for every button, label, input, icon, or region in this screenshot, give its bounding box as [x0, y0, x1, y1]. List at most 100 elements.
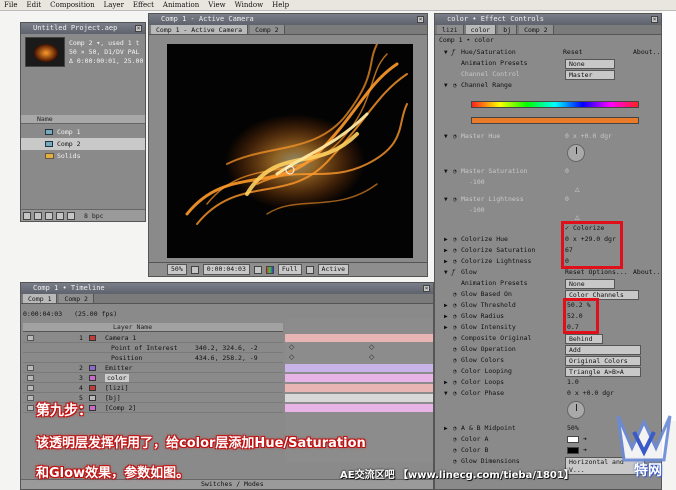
stopwatch-icon[interactable]: ◔ [453, 366, 457, 377]
eyedropper-icon[interactable]: ➜ [583, 434, 587, 445]
stopwatch-icon[interactable]: ◔ [453, 131, 457, 142]
master-lightness-slider[interactable]: △ [575, 214, 580, 221]
comp-canvas[interactable] [167, 44, 413, 258]
colorize-hue-row[interactable]: ▶ ◔ Colorize Hue 0 x +29.0 dgr [435, 234, 661, 245]
current-time[interactable]: 0:00:04:03 [202, 264, 250, 275]
fx-icon[interactable]: ƒ [452, 267, 454, 278]
prop-value[interactable]: 1.0 [567, 377, 579, 388]
composite-original-dropdown[interactable]: Behind [565, 334, 603, 344]
eye-icon[interactable] [27, 365, 34, 371]
effect-glow[interactable]: ▼ ƒ Glow Reset Options... About... [435, 267, 661, 278]
layer-bar[interactable] [285, 334, 433, 342]
twirl-down-icon[interactable]: ▼ [444, 166, 448, 177]
menu-edit[interactable]: Edit [26, 1, 41, 9]
menu-animation[interactable]: Animation [163, 1, 199, 9]
menu-window[interactable]: Window [235, 1, 264, 9]
twirl-down-icon[interactable]: ▼ [444, 131, 448, 142]
prop-value[interactable]: 50% [567, 423, 579, 434]
show-channel-icon[interactable] [265, 265, 274, 274]
glow-intensity-row[interactable]: ▶ ◔ Glow Intensity 0.7 [435, 322, 661, 333]
twirl-right-icon[interactable]: ▶ [444, 423, 448, 434]
layer-bar[interactable] [285, 364, 433, 372]
new-folder-icon[interactable] [34, 211, 42, 220]
viewer-titlebar[interactable]: Comp 1 - Active Camera × [149, 14, 427, 25]
stopwatch-icon[interactable]: ◔ [453, 355, 457, 366]
stopwatch-icon[interactable]: ◔ [453, 423, 457, 434]
stopwatch-icon[interactable]: ◔ [453, 333, 457, 344]
channel-range-spectrum[interactable] [471, 101, 639, 108]
property-row-point-of-interest[interactable]: Point of Interest 340.2, 324.6, -2 [23, 343, 283, 353]
animation-presets-dropdown[interactable]: None [565, 279, 615, 289]
property-value[interactable]: 340.2, 324.6, -2 [195, 343, 258, 353]
color-looping-row[interactable]: ◔ Color Looping Triangle A>B>A [435, 366, 661, 377]
layer-row-emitter[interactable]: 2 Emitter [23, 363, 283, 373]
tab-bj[interactable]: bj [498, 25, 518, 34]
tab-color[interactable]: color [465, 25, 497, 34]
interpret-footage-icon[interactable] [23, 211, 31, 220]
stopwatch-icon[interactable]: ◔ [453, 256, 457, 267]
project-item-comp-1[interactable]: Comp 1 [21, 126, 145, 138]
eye-icon[interactable] [27, 375, 34, 381]
color-phase-dial[interactable] [567, 401, 585, 419]
property-row-position[interactable]: Position 434.6, 258.2, -9 [23, 353, 283, 363]
stopwatch-icon[interactable]: ◔ [453, 80, 457, 91]
channel-control-dropdown[interactable]: Master [565, 70, 615, 80]
new-comp-icon[interactable] [45, 211, 53, 220]
trash-icon[interactable] [67, 211, 75, 220]
stopwatch-icon[interactable]: ◔ [453, 377, 457, 388]
eyedropper-icon[interactable]: ➜ [583, 445, 587, 456]
keyframe-icon[interactable]: ◇ [289, 353, 294, 361]
composite-original-row[interactable]: ◔ Composite Original Behind [435, 333, 661, 344]
glow-based-on-row[interactable]: ◔ Glow Based On Color Channels [435, 289, 661, 300]
timeline-titlebar[interactable]: Comp 1 • Timeline × [21, 283, 433, 294]
stopwatch-icon[interactable]: ◔ [453, 194, 457, 205]
color-b-swatch[interactable] [567, 447, 579, 454]
stopwatch-icon[interactable]: ◔ [453, 388, 457, 399]
tab-lizi[interactable]: lizi [437, 25, 464, 34]
eye-icon[interactable] [27, 405, 34, 411]
tab-comp-2[interactable]: Comp 2 [59, 294, 94, 303]
effect-hue-saturation[interactable]: ▼ ƒ Hue/Saturation Reset About... [435, 47, 661, 58]
region-of-interest-icon[interactable] [305, 265, 314, 274]
glow-operation-dropdown[interactable]: Add [565, 345, 641, 355]
keyframe-icon[interactable]: ◇ [369, 353, 374, 361]
glow-threshold-row[interactable]: ▶ ◔ Glow Threshold 50.2 % [435, 300, 661, 311]
menu-effect[interactable]: Effect [133, 1, 154, 9]
master-lightness-row[interactable]: ▼ ◔ Master Lightness 0 [435, 194, 661, 205]
prop-value[interactable]: 0 [565, 166, 569, 177]
menu-view[interactable]: View [208, 1, 225, 9]
fx-icon[interactable]: ƒ [452, 47, 454, 58]
effects-titlebar[interactable]: color • Effect Controls × [435, 14, 661, 25]
glow-colors-dropdown[interactable]: Original Colors [565, 356, 641, 366]
stopwatch-icon[interactable]: ◔ [453, 245, 457, 256]
master-saturation-slider[interactable]: △ [575, 186, 580, 193]
master-hue-dial[interactable] [567, 144, 585, 162]
view-dropdown[interactable]: Active [317, 264, 350, 275]
project-item-comp-2[interactable]: Comp 2 [21, 138, 145, 150]
bit-depth[interactable]: 8 bpc [84, 212, 104, 220]
stopwatch-icon[interactable]: ◔ [453, 311, 457, 322]
stopwatch-icon[interactable]: ◔ [453, 234, 457, 245]
stopwatch-icon[interactable]: ◔ [453, 300, 457, 311]
tab-comp-2[interactable]: Comp 2 [519, 25, 554, 34]
tab-comp-1[interactable]: Comp 1 [23, 294, 58, 303]
about-link[interactable]: About... [633, 267, 661, 278]
close-icon[interactable]: × [417, 16, 424, 23]
keyframe-icon[interactable]: ◇ [289, 343, 294, 351]
layer-row-lizi[interactable]: 4 [lizi] [23, 383, 283, 393]
master-saturation-row[interactable]: ▼ ◔ Master Saturation 0 [435, 166, 661, 177]
colorize-lightness-row[interactable]: ▶ ◔ Colorize Lightness 0 [435, 256, 661, 267]
twirl-down-icon[interactable]: ▼ [444, 194, 448, 205]
reset-link[interactable]: Reset Options... [565, 267, 628, 278]
prop-value[interactable]: 0 x +0.0 dgr [567, 388, 614, 399]
tab-comp-1-active-camera[interactable]: Comp 1 - Active Camera [151, 25, 249, 34]
eye-icon[interactable] [27, 395, 34, 401]
stopwatch-icon[interactable]: ◔ [453, 434, 457, 445]
master-hue-row[interactable]: ▼ ◔ Master Hue 0 x +0.0 dgr [435, 131, 661, 142]
project-column-header[interactable]: Name [21, 115, 145, 124]
menu-composition[interactable]: Composition [50, 1, 95, 9]
snapshot-icon[interactable] [253, 265, 262, 274]
timeline-timecode[interactable]: 0:00:04:03 [23, 310, 62, 318]
twirl-right-icon[interactable]: ▶ [444, 234, 448, 245]
layer-bar[interactable] [285, 404, 433, 412]
